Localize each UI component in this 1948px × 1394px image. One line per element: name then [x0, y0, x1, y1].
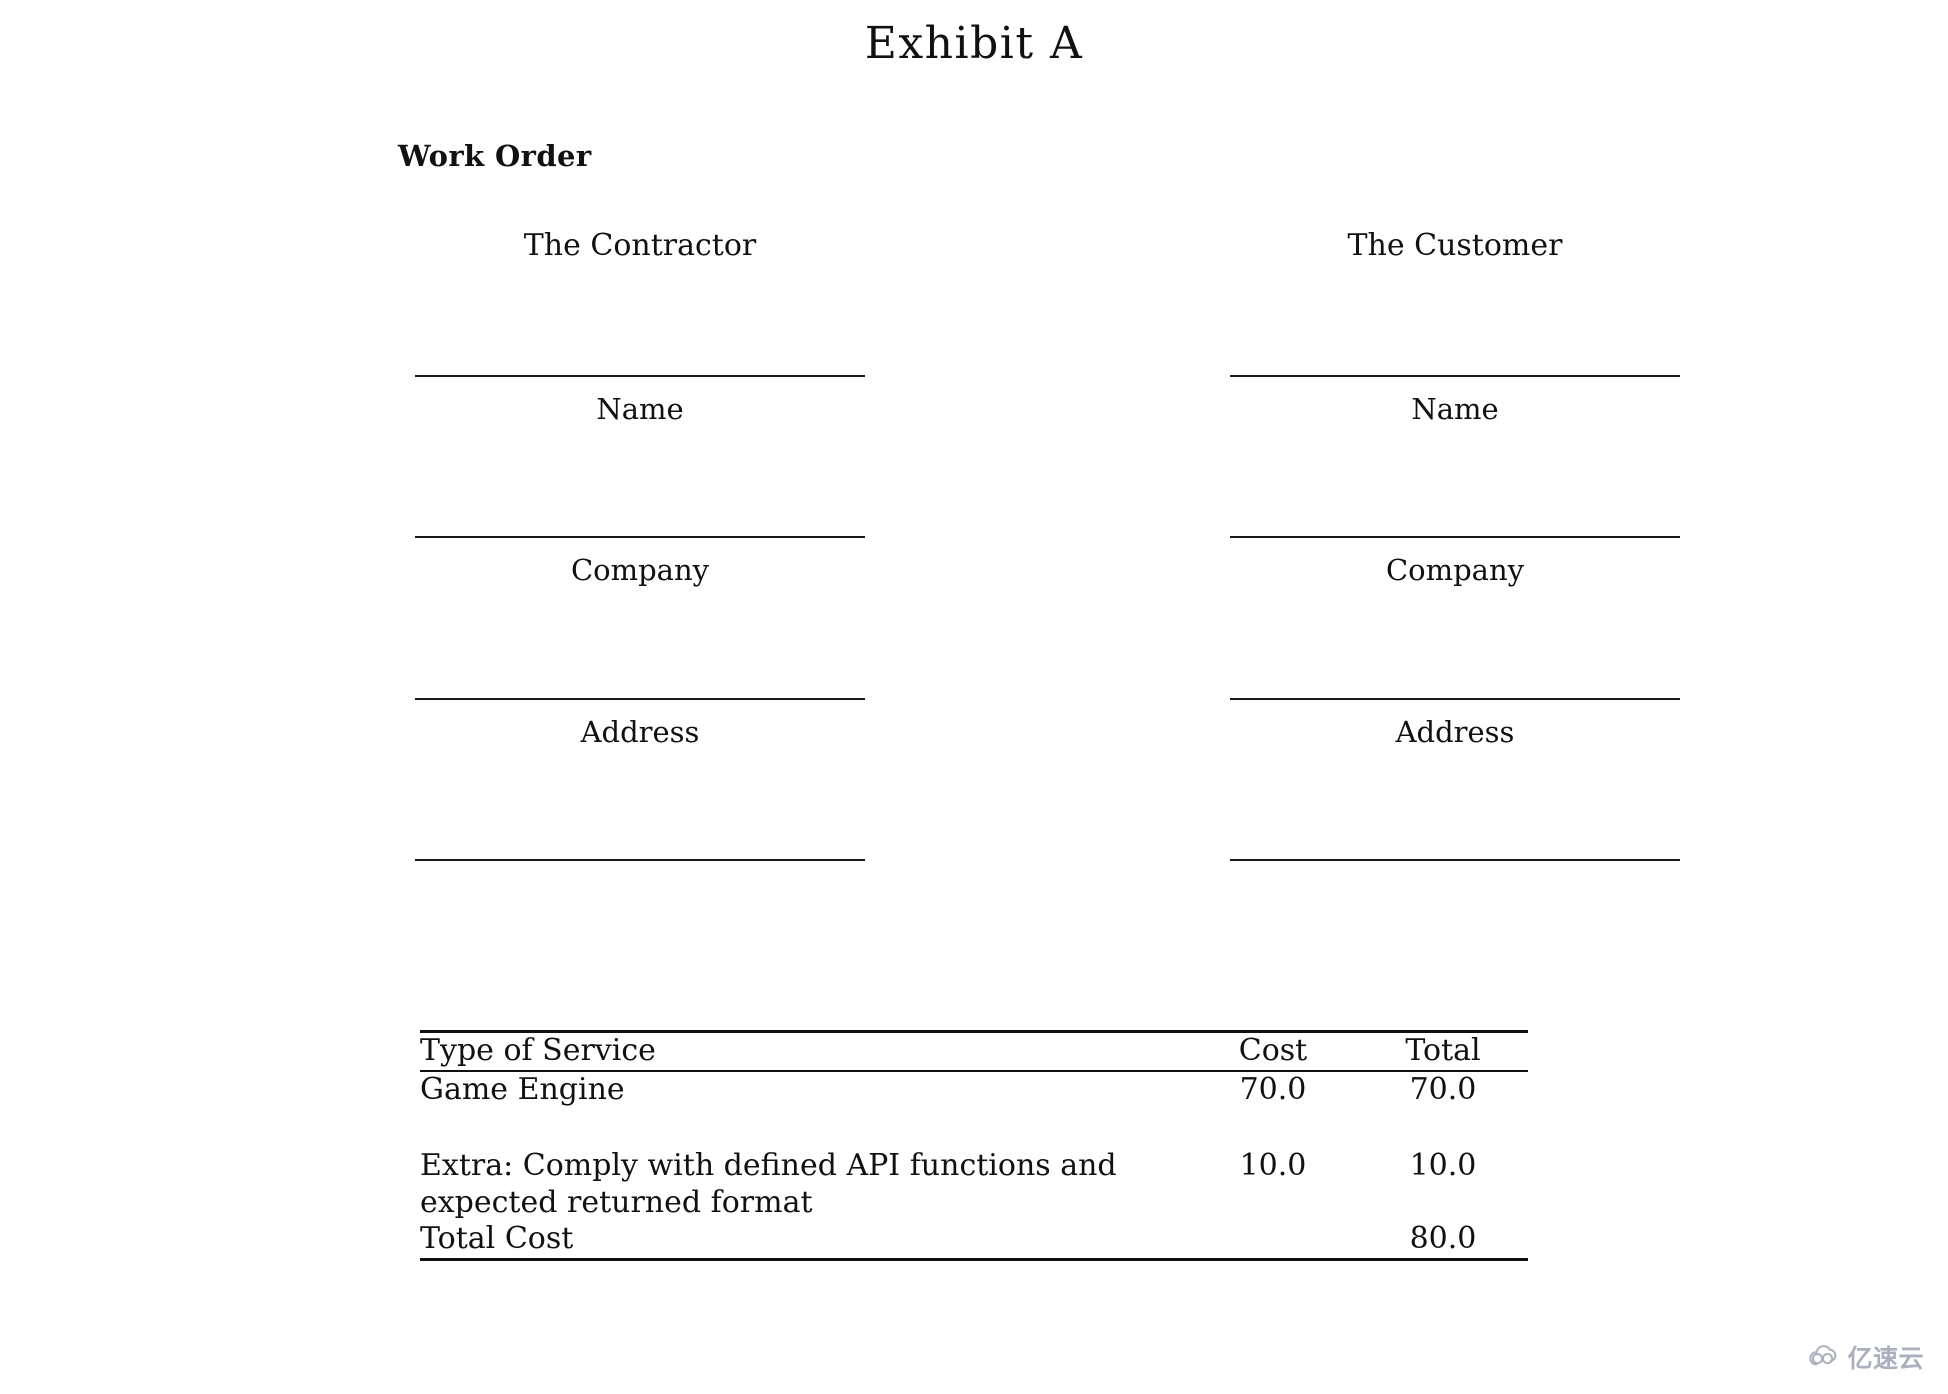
cell-total-amount: 80.0: [1409, 1221, 1477, 1257]
party-title-contractor: The Contractor: [523, 228, 757, 263]
table-header-row: Type of Service Cost Total: [420, 1033, 1528, 1070]
signature-label: Name: [596, 392, 684, 426]
parties-section: The Contractor Name Company Address The …: [0, 228, 1948, 878]
column-header-total: Total: [1405, 1033, 1481, 1068]
cell-cost: 10.0: [1239, 1148, 1307, 1184]
cell-total: 70.0: [1409, 1071, 1477, 1107]
watermark-text: 亿速云: [1847, 1343, 1924, 1373]
cell-service: Extra: Comply with defined API functions…: [420, 1148, 1117, 1220]
cell-total-cost-empty: [1188, 1221, 1358, 1258]
party-column-customer: The Customer Name Company Address: [1230, 228, 1680, 861]
signature-field-customer-address[interactable]: Address: [1230, 698, 1680, 750]
signature-rule: [415, 859, 865, 861]
column-header-service: Type of Service: [420, 1033, 656, 1068]
party-title-customer: The Customer: [1347, 228, 1563, 263]
column-header-cost: Cost: [1238, 1033, 1308, 1068]
document-page: Exhibit A Work Order The Contractor Name…: [0, 0, 1948, 1394]
cloud-icon: [1806, 1344, 1840, 1372]
signature-label: Address: [1395, 715, 1515, 749]
table-rule-bottom: [420, 1257, 1528, 1261]
page-title: Exhibit A: [864, 18, 1084, 69]
signature-field-contractor-company[interactable]: Company: [415, 536, 865, 588]
signature-field-customer-company[interactable]: Company: [1230, 536, 1680, 588]
signature-label: Name: [1411, 392, 1499, 426]
cost-table-body: Game Engine 70.0 70.0 Extra: Comply with…: [420, 1072, 1528, 1258]
signature-field-contractor-address[interactable]: Address: [415, 698, 865, 750]
signature-field-contractor-signature[interactable]: [415, 859, 865, 861]
table-total-row: Total Cost 80.0: [420, 1221, 1528, 1258]
signature-label: Company: [570, 553, 710, 587]
watermark: 亿速云: [1806, 1344, 1924, 1372]
table-row: Extra: Comply with defined API functions…: [420, 1108, 1528, 1221]
signature-label: Address: [580, 715, 700, 749]
cell-total: 10.0: [1409, 1148, 1477, 1184]
party-column-contractor: The Contractor Name Company Address: [415, 228, 865, 861]
signature-field-customer-signature[interactable]: [1230, 859, 1680, 861]
signature-field-customer-name[interactable]: Name: [1230, 375, 1680, 427]
signature-field-contractor-name[interactable]: Name: [415, 375, 865, 427]
cell-total-label: Total Cost: [420, 1221, 574, 1257]
signature-rule: [1230, 859, 1680, 861]
cost-table: Type of Service Cost Total Game Engine 7…: [420, 1030, 1528, 1261]
cost-table-grid: Type of Service Cost Total: [420, 1033, 1528, 1070]
section-heading-work-order: Work Order: [398, 139, 592, 173]
table-row: Game Engine 70.0 70.0: [420, 1072, 1528, 1109]
signature-label: Company: [1385, 553, 1525, 587]
cell-service: Game Engine: [420, 1071, 625, 1107]
cell-cost: 70.0: [1239, 1071, 1307, 1107]
